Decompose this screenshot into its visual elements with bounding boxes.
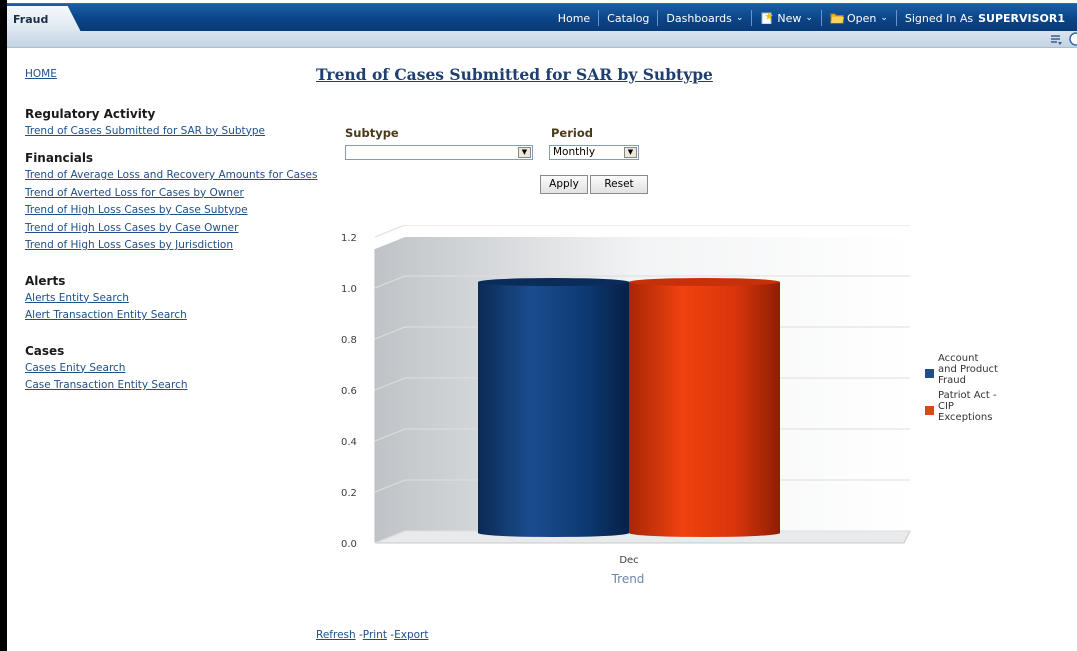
catalog-link[interactable]: Catalog bbox=[598, 10, 657, 26]
y-tick-label: 1.0 bbox=[341, 284, 357, 295]
link-high-loss-owner[interactable]: Trend of High Loss Cases by Case Owner bbox=[25, 220, 325, 238]
x-tick-label: Dec bbox=[619, 555, 638, 566]
open-menu[interactable]: Open ⌄ bbox=[820, 10, 896, 26]
top-nav-bar: Fraud Home Catalog Dashboards ⌄ New ⌄ Open… bbox=[7, 3, 1077, 32]
home-link[interactable]: Home bbox=[550, 10, 598, 26]
global-header-links: Home Catalog Dashboards ⌄ New ⌄ Open ⌄ Sign… bbox=[550, 4, 1073, 32]
y-axis-ticks: 0.0 0.2 0.4 0.6 0.8 1.0 1.2 bbox=[341, 233, 357, 550]
new-document-icon bbox=[761, 12, 774, 24]
refresh-link[interactable]: Refresh bbox=[316, 629, 356, 641]
y-tick-label: 0.4 bbox=[341, 437, 357, 448]
bar-top-cap bbox=[478, 278, 629, 286]
link-high-loss-subtype[interactable]: Trend of High Loss Cases by Case Subtype bbox=[25, 202, 325, 220]
username: SUPERVISOR1 bbox=[978, 11, 1065, 25]
section-alerts: Alerts bbox=[25, 273, 66, 288]
link-high-loss-jurisdiction[interactable]: Trend of High Loss Cases by Jurisdiction bbox=[25, 237, 325, 255]
help-icon[interactable] bbox=[1065, 32, 1077, 46]
window-frame bbox=[0, 0, 7, 651]
sidebar: HOME Regulatory Activity Trend of Cases … bbox=[25, 66, 325, 395]
gridline-diagonal bbox=[374, 225, 406, 238]
bar-patriot-act-cip[interactable] bbox=[629, 282, 780, 537]
subtype-label: Subtype bbox=[345, 126, 399, 140]
dashboards-menu[interactable]: Dashboards ⌄ bbox=[657, 10, 751, 26]
tab-fraud[interactable]: Fraud bbox=[7, 6, 81, 32]
y-tick-label: 0.8 bbox=[341, 335, 357, 346]
apply-button[interactable]: Apply bbox=[540, 175, 588, 194]
sidebar-home-link[interactable]: HOME bbox=[25, 66, 325, 84]
section-cases: Cases bbox=[25, 343, 65, 358]
report-links: Refresh -Print -Export bbox=[316, 627, 428, 645]
y-tick-label: 0.6 bbox=[341, 386, 357, 397]
new-menu-label: New bbox=[777, 11, 802, 25]
y-tick-label: 0.0 bbox=[341, 539, 357, 550]
dashboards-menu-label: Dashboards bbox=[666, 11, 732, 25]
link-trend-sar-subtype[interactable]: Trend of Cases Submitted for SAR by Subt… bbox=[25, 123, 325, 141]
reset-button[interactable]: Reset bbox=[590, 175, 648, 194]
signed-in-menu[interactable]: Signed In As SUPERVISOR1 bbox=[895, 10, 1073, 26]
legend-swatch bbox=[925, 369, 934, 378]
chevron-down-icon: ⌄ bbox=[735, 13, 744, 23]
export-link[interactable]: Export bbox=[394, 629, 428, 641]
legend-entry: Account and Product Fraud bbox=[938, 353, 998, 386]
catalog-link-label: Catalog bbox=[607, 11, 650, 25]
legend-swatch bbox=[925, 406, 934, 415]
report-title[interactable]: Trend of Cases Submitted for SAR by Subt… bbox=[316, 65, 713, 84]
period-label: Period bbox=[551, 126, 593, 140]
open-menu-label: Open bbox=[846, 11, 877, 25]
section-regulatory-activity: Regulatory Activity bbox=[25, 106, 156, 121]
tab-fraud-label: Fraud bbox=[13, 13, 49, 26]
print-link[interactable]: Print bbox=[363, 629, 387, 641]
chevron-down-icon: ⌄ bbox=[880, 13, 888, 23]
section-financials: Financials bbox=[25, 151, 94, 165]
subtype-select[interactable]: ▼ bbox=[345, 145, 533, 160]
new-menu[interactable]: New ⌄ bbox=[751, 10, 821, 26]
dropdown-arrow-icon: ▼ bbox=[624, 147, 637, 158]
y-tick-label: 1.2 bbox=[341, 233, 357, 244]
link-alerts-entity-search[interactable]: Alerts Entity Search bbox=[25, 290, 325, 308]
link-alert-transaction-search[interactable]: Alert Transaction Entity Search bbox=[25, 307, 325, 325]
y-tick-label: 0.2 bbox=[341, 488, 357, 499]
folder-icon bbox=[830, 13, 844, 24]
x-axis-label: Trend bbox=[611, 572, 645, 586]
page-toolbar bbox=[7, 31, 1077, 48]
dropdown-arrow-icon: ▼ bbox=[518, 147, 531, 158]
bar-account-product-fraud[interactable] bbox=[478, 282, 629, 537]
bar-top-cap bbox=[629, 278, 780, 286]
x-axis-ticks: Dec bbox=[619, 555, 638, 566]
link-cases-entity-search[interactable]: Cases Enity Search bbox=[25, 360, 325, 378]
link-case-transaction-search[interactable]: Case Transaction Entity Search bbox=[25, 377, 325, 395]
link-avg-loss-recovery[interactable]: Trend of Average Loss and Recovery Amoun… bbox=[25, 167, 325, 185]
signed-in-label: Signed In As bbox=[904, 11, 974, 25]
legend-entry: Patriot Act -CIP Exceptions bbox=[938, 390, 997, 423]
page-options-icon[interactable] bbox=[1049, 32, 1063, 46]
chart-legend: Account and Product Fraud Patriot Act -CIP E… bbox=[925, 353, 998, 423]
period-select-value: Monthly bbox=[553, 146, 596, 158]
chevron-down-icon: ⌄ bbox=[805, 13, 813, 23]
bar-chart: 0.0 0.2 0.4 0.6 0.8 1.0 1.2 Dec Trend Account a… bbox=[341, 225, 998, 586]
period-select[interactable]: Monthly ▼ bbox=[549, 145, 639, 160]
link-averted-loss-owner[interactable]: Trend of Averted Loss for Cases by Owner bbox=[25, 185, 325, 203]
chart-bars bbox=[478, 278, 780, 537]
home-link-label: Home bbox=[557, 11, 591, 25]
